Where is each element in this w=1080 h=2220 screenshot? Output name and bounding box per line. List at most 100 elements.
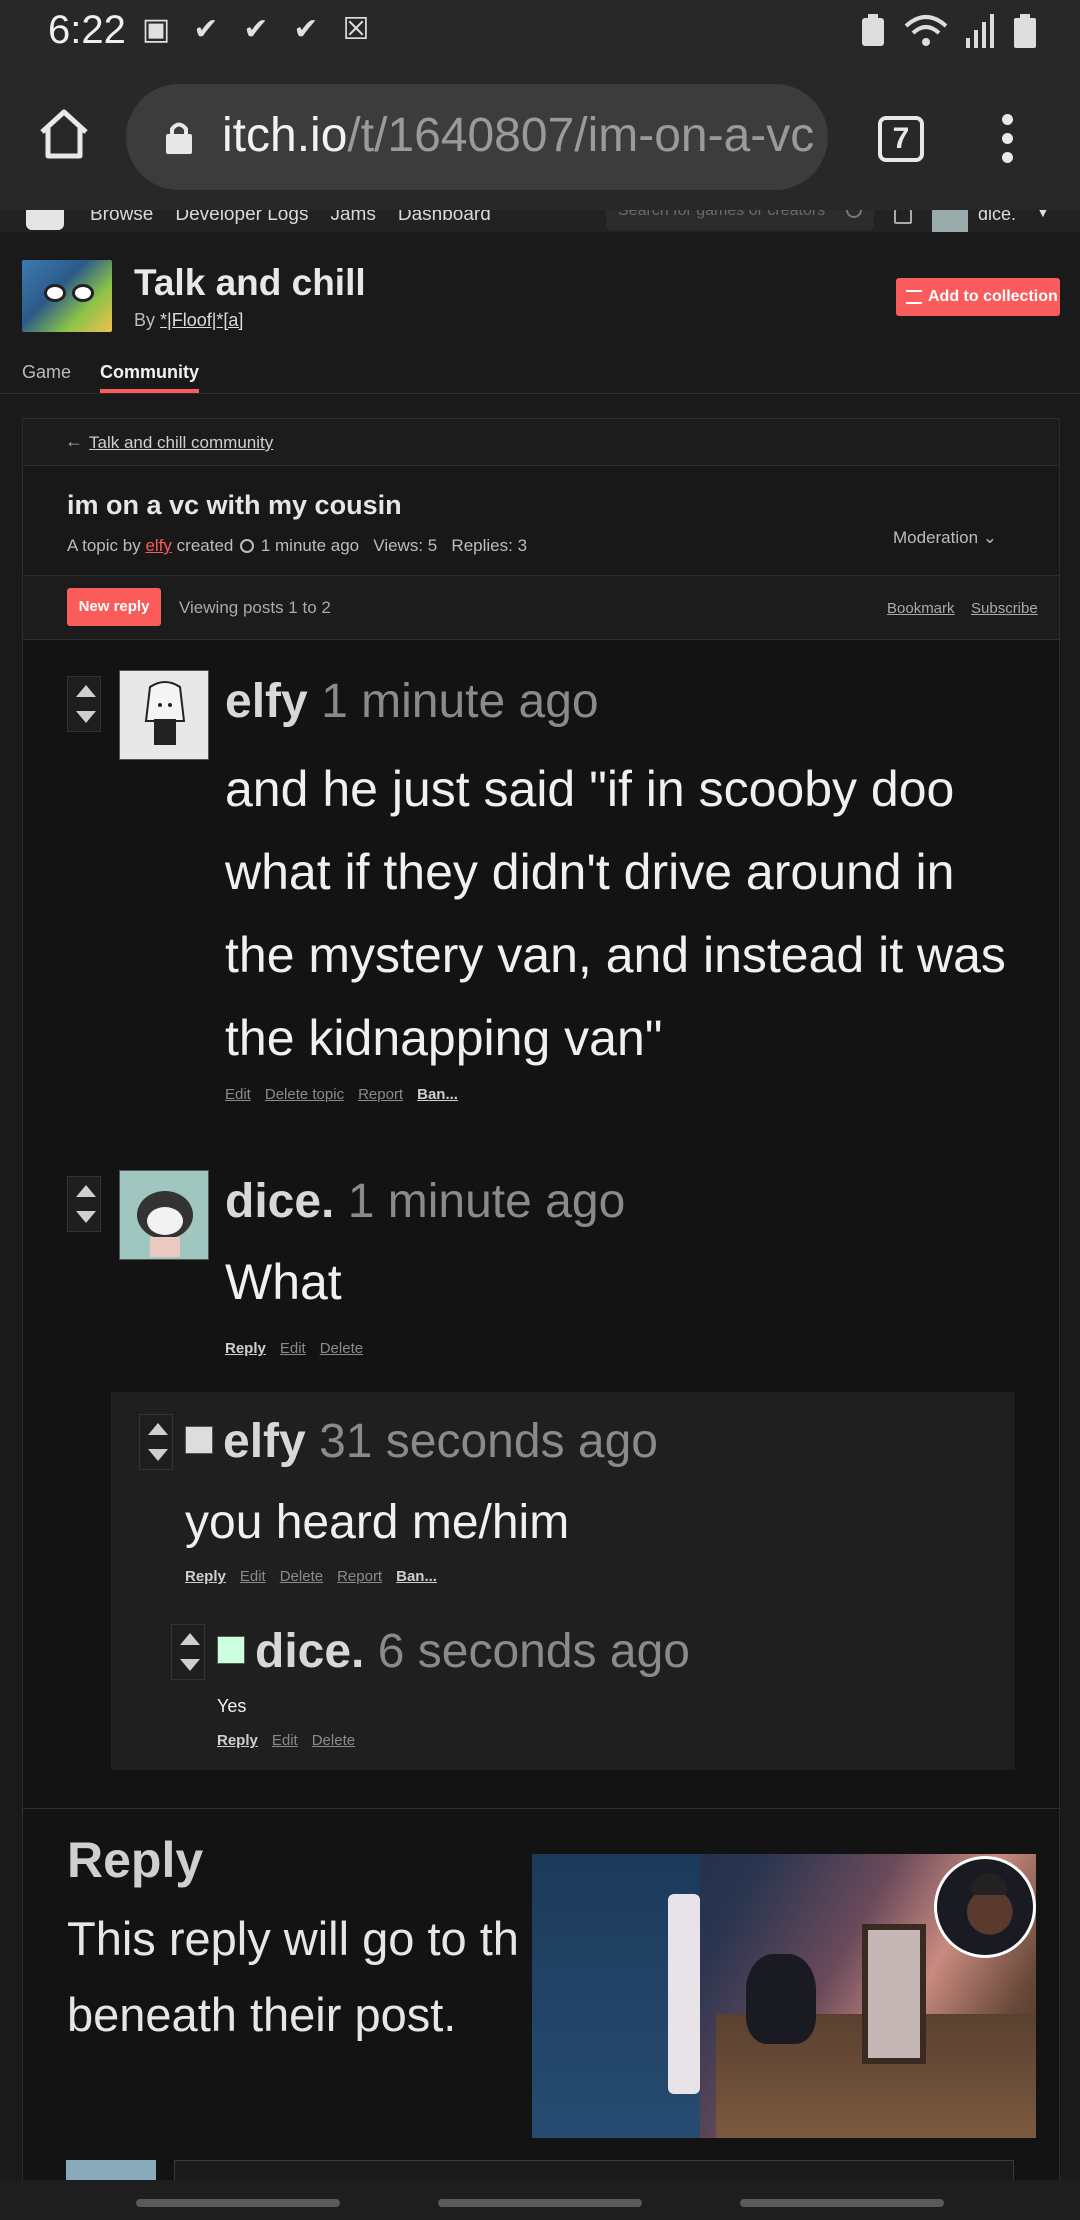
- moderation-dropdown[interactable]: Moderation ⌄: [893, 528, 997, 548]
- post-time[interactable]: 6 seconds ago: [378, 1625, 690, 1678]
- battery-icon: [1014, 14, 1036, 48]
- upvote-icon[interactable]: [180, 1633, 200, 1645]
- reply-link[interactable]: Reply: [225, 1340, 266, 1357]
- vote-buttons[interactable]: [171, 1624, 205, 1680]
- topic-title: im on a vc with my cousin: [67, 490, 402, 520]
- reply-bar: New reply Viewing posts 1 to 2 Bookmark …: [23, 576, 1059, 640]
- home-icon[interactable]: [36, 106, 92, 162]
- playlist-add-icon: [906, 290, 922, 304]
- editor-toolbar[interactable]: [174, 2160, 1014, 2180]
- recent-apps-button[interactable]: [136, 2199, 340, 2207]
- url-text: itch.io/t/1640807/im-on-a-vc: [222, 108, 814, 163]
- delete-link[interactable]: Delete: [312, 1732, 355, 1749]
- avatar[interactable]: [185, 1426, 213, 1454]
- wifi-icon: [904, 15, 948, 46]
- avatar[interactable]: [119, 670, 209, 760]
- report-link[interactable]: Report: [337, 1568, 382, 1585]
- bell-icon[interactable]: [894, 210, 912, 224]
- meta-replies: Replies: 3: [451, 536, 528, 555]
- nav-links: Browse Developer Logs Jams Dashboard: [90, 210, 491, 226]
- post-header: elfy 1 minute ago: [225, 674, 599, 729]
- edit-link[interactable]: Edit: [272, 1732, 298, 1749]
- url-host: itch.io: [222, 109, 348, 162]
- back-arrow-icon: ←: [65, 431, 83, 451]
- tab-game[interactable]: Game: [22, 362, 71, 383]
- report-link[interactable]: Report: [358, 1086, 403, 1103]
- notification-icons: ▣ ✔ ✔ ✔ ☒: [140, 14, 372, 46]
- reply-link[interactable]: Reply: [185, 1568, 226, 1585]
- upvote-icon[interactable]: [148, 1423, 168, 1435]
- status-bar: 6:22 ▣ ✔ ✔ ✔ ☒: [0, 0, 1080, 64]
- game-thumbnail[interactable]: [22, 260, 112, 332]
- community-back-link[interactable]: Talk and chill community: [89, 433, 273, 453]
- viewing-range: Viewing posts 1 to 2: [179, 598, 331, 617]
- subscribe-link[interactable]: Subscribe: [971, 600, 1038, 617]
- post-body: Yes: [217, 1696, 247, 1716]
- search-placeholder: Search for games or creators: [618, 210, 826, 219]
- by-label: By: [134, 310, 156, 330]
- post-time[interactable]: 1 minute ago: [321, 675, 599, 728]
- back-button[interactable]: [740, 2199, 944, 2207]
- new-reply-button[interactable]: New reply: [67, 588, 161, 626]
- post-author[interactable]: elfy: [225, 675, 308, 728]
- post-author[interactable]: dice.: [255, 1625, 364, 1678]
- avatar[interactable]: [119, 1170, 209, 1260]
- downvote-icon[interactable]: [76, 1211, 96, 1223]
- post-time[interactable]: 1 minute ago: [348, 1175, 626, 1228]
- nav-username[interactable]: dice.: [978, 210, 1016, 225]
- search-input[interactable]: Search for games or creators: [606, 210, 874, 230]
- bookmark-link[interactable]: Bookmark: [887, 600, 955, 617]
- moderation-label: Moderation: [893, 528, 979, 547]
- avatar[interactable]: [217, 1636, 245, 1664]
- chevron-down-icon[interactable]: ▼: [1036, 210, 1050, 220]
- itch-nav: Browse Developer Logs Jams Dashboard Sea…: [0, 210, 1080, 232]
- nav-devlogs[interactable]: Developer Logs: [175, 210, 308, 226]
- tab-switcher-button[interactable]: 7: [878, 116, 924, 162]
- game-title[interactable]: Talk and chill: [134, 262, 366, 304]
- avatar: [66, 2160, 156, 2180]
- check-notification-icon: ✔: [293, 13, 319, 46]
- author-link[interactable]: *|Floof|*[a]: [160, 310, 243, 330]
- ban-link[interactable]: Ban...: [417, 1086, 458, 1103]
- delete-link[interactable]: Delete: [280, 1568, 323, 1585]
- downvote-icon[interactable]: [180, 1659, 200, 1671]
- reply-link[interactable]: Reply: [217, 1732, 258, 1749]
- home-gesture-button[interactable]: [438, 2199, 642, 2207]
- post-author[interactable]: elfy: [223, 1415, 306, 1468]
- nav-dashboard[interactable]: Dashboard: [398, 210, 491, 226]
- itch-logo[interactable]: [26, 210, 64, 230]
- post-header: dice. 6 seconds ago: [255, 1624, 690, 1679]
- edit-link[interactable]: Edit: [225, 1086, 251, 1103]
- post-time[interactable]: 31 seconds ago: [319, 1415, 658, 1468]
- delete-link[interactable]: Delete: [320, 1340, 363, 1357]
- edit-link[interactable]: Edit: [280, 1340, 306, 1357]
- avatar[interactable]: [932, 210, 968, 232]
- ban-link[interactable]: Ban...: [396, 1568, 437, 1585]
- reply-heading: Reply: [67, 1832, 204, 1888]
- address-bar[interactable]: itch.io/t/1640807/im-on-a-vc: [126, 84, 828, 190]
- post-actions: Reply Edit Delete Report Ban...: [185, 1568, 451, 1585]
- vote-buttons[interactable]: [67, 676, 101, 732]
- check-notification-icon: ✔: [193, 13, 219, 46]
- search-icon[interactable]: [846, 210, 862, 218]
- delete-topic-link[interactable]: Delete topic: [265, 1086, 344, 1103]
- streamer-webcam-avatar[interactable]: [934, 1856, 1036, 1958]
- topic-author-link[interactable]: elfy: [145, 536, 171, 555]
- add-to-collection-button[interactable]: Add to collection: [896, 278, 1060, 316]
- topic-meta: A topic by elfy created 1 minute ago Vie…: [67, 536, 527, 556]
- status-time: 6:22: [48, 8, 126, 52]
- close-box-notification-icon: ☒: [342, 13, 370, 46]
- post-author[interactable]: dice.: [225, 1175, 334, 1228]
- more-vert-icon[interactable]: [1000, 114, 1014, 164]
- nested-replies: elfy 31 seconds ago you heard me/him Rep…: [111, 1392, 1015, 1770]
- vote-buttons[interactable]: [139, 1414, 173, 1470]
- upvote-icon[interactable]: [76, 1185, 96, 1197]
- nav-browse[interactable]: Browse: [90, 210, 153, 226]
- edit-link[interactable]: Edit: [240, 1568, 266, 1585]
- downvote-icon[interactable]: [148, 1449, 168, 1461]
- vote-buttons[interactable]: [67, 1176, 101, 1232]
- tab-community[interactable]: Community: [100, 362, 199, 393]
- downvote-icon[interactable]: [76, 711, 96, 723]
- upvote-icon[interactable]: [76, 685, 96, 697]
- nav-jams[interactable]: Jams: [330, 210, 375, 226]
